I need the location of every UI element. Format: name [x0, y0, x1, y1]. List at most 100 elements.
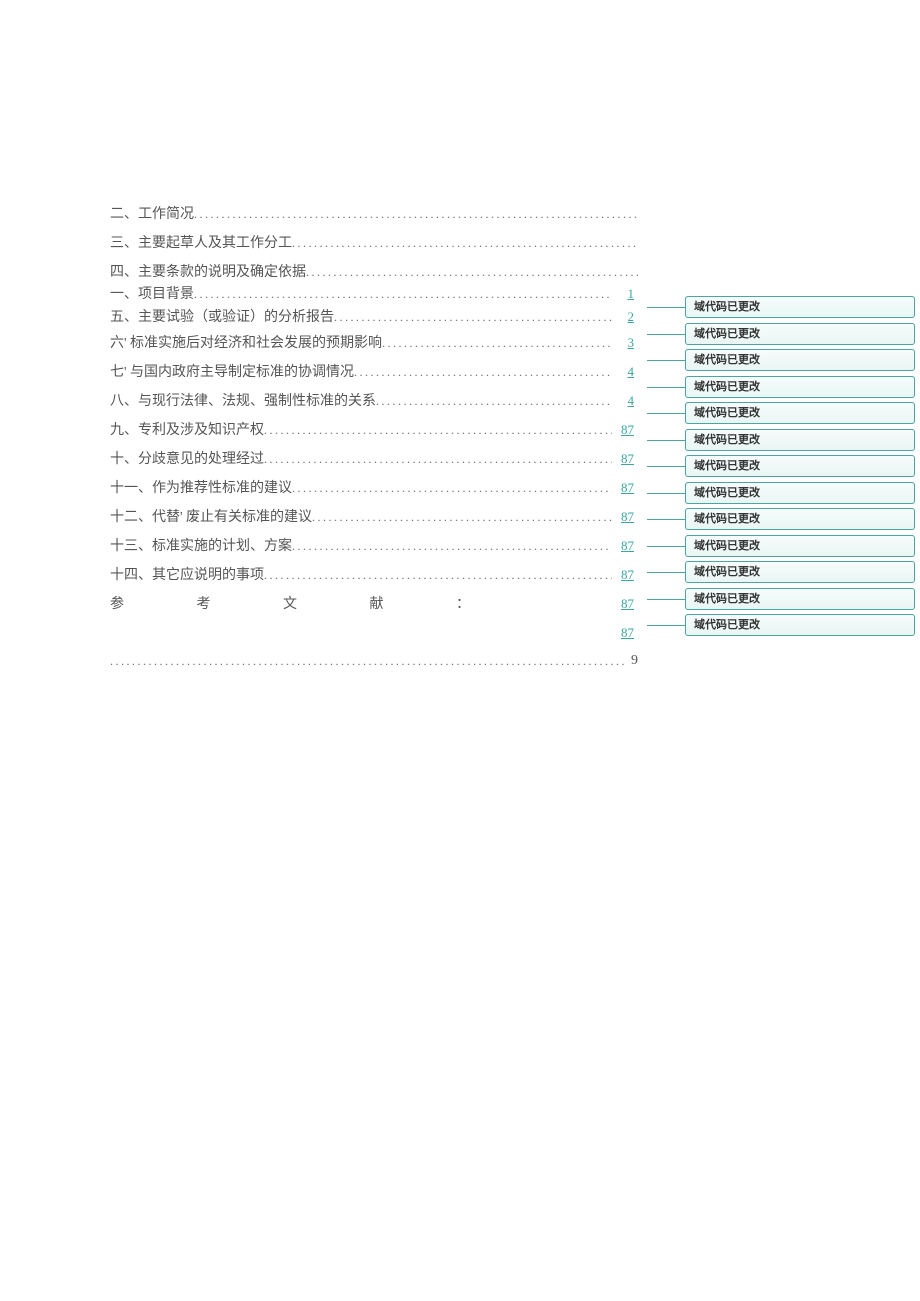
toc-leader-dots: [194, 200, 638, 228]
toc-page-link[interactable]: 1: [612, 283, 638, 305]
connector-line: [647, 413, 685, 414]
connector-line: [647, 625, 685, 626]
tracked-change-tag[interactable]: 域代码已更改: [685, 535, 915, 557]
toc-page-link[interactable]: 87: [612, 561, 638, 589]
toc-page-link[interactable]: 87: [612, 503, 638, 531]
tracked-change-label: 域代码已更改: [685, 323, 915, 345]
toc-leader-dots: [334, 306, 612, 328]
toc-page-number: 9: [627, 647, 638, 675]
tracked-change-tag[interactable]: 域代码已更改: [685, 296, 915, 318]
toc-page-link[interactable]: 4: [612, 387, 638, 415]
tracked-change-label: 域代码已更改: [685, 376, 915, 398]
toc-leader-dots: [292, 474, 612, 502]
toc-label: 十一、作为推荐性标准的建议: [110, 475, 292, 503]
toc-entry: 八、与现行法律、法规、强制性标准的关系 4: [110, 387, 638, 416]
connector-line: [647, 387, 685, 388]
tracked-change-label: 域代码已更改: [685, 349, 915, 371]
tracked-changes-column: 域代码已更改域代码已更改域代码已更改域代码已更改域代码已更改域代码已更改域代码已…: [685, 296, 915, 641]
toc-extra-row: 87: [110, 619, 638, 647]
toc-label: 一、项目背景: [110, 284, 194, 306]
tracked-change-tag[interactable]: 域代码已更改: [685, 561, 915, 583]
toc-page-link[interactable]: 87: [612, 416, 638, 444]
tracked-change-tag[interactable]: 域代码已更改: [685, 323, 915, 345]
toc-page-link[interactable]: 3: [612, 329, 638, 357]
tracked-change-label: 域代码已更改: [685, 588, 915, 610]
connector-line: [647, 307, 685, 308]
toc-leader-dots: [312, 503, 612, 531]
toc-label: 二、工作简况: [110, 201, 194, 229]
tracked-change-label: 域代码已更改: [685, 508, 915, 530]
tracked-change-label: 域代码已更改: [685, 402, 915, 424]
ref-char: ：: [456, 591, 470, 619]
toc-leader-dots: [292, 229, 638, 257]
connector-line: [647, 519, 685, 520]
tracked-change-tag[interactable]: 域代码已更改: [685, 429, 915, 451]
toc-entry: 二、工作简况: [110, 200, 638, 229]
ref-char: 献: [370, 591, 384, 619]
toc-leader-dots: [194, 283, 612, 305]
tracked-change-label: 域代码已更改: [685, 455, 915, 477]
connector-line: [647, 546, 685, 547]
toc-entry: 十四、其它应说明的事项 87: [110, 561, 638, 590]
toc-page-link[interactable]: 87: [612, 619, 638, 647]
tracked-change-tag[interactable]: 域代码已更改: [685, 402, 915, 424]
toc-entry: 九、专利及涉及知识产权 87: [110, 416, 638, 445]
toc-entry: 十一、作为推荐性标准的建议 87: [110, 474, 638, 503]
toc-label: 九、专利及涉及知识产权: [110, 417, 264, 445]
tracked-change-label: 域代码已更改: [685, 614, 915, 636]
ref-char: 参: [110, 591, 124, 619]
toc-entry: 一、项目背景 1: [110, 283, 638, 306]
toc-container: 二、工作简况 三、主要起草人及其工作分工 四、主要条款的说明及确定依据 一、项目…: [110, 200, 638, 675]
toc-leader-dots: [264, 416, 612, 444]
toc-leader-dots: [264, 445, 612, 473]
tracked-change-tag[interactable]: 域代码已更改: [685, 614, 915, 636]
toc-references-row: 参 考 文 献 ： 87: [110, 590, 638, 619]
tracked-change-label: 域代码已更改: [685, 429, 915, 451]
toc-leader-dots: [376, 387, 612, 415]
connector-line: [647, 493, 685, 494]
toc-final-dots: 9: [110, 647, 638, 675]
tracked-change-tag[interactable]: 域代码已更改: [685, 349, 915, 371]
tracked-change-tag[interactable]: 域代码已更改: [685, 482, 915, 504]
toc-entry: 三、主要起草人及其工作分工: [110, 229, 638, 258]
ref-char: 文: [283, 591, 297, 619]
toc-entry: 十、分歧意见的处理经过 87: [110, 445, 638, 474]
connector-line: [647, 360, 685, 361]
tracked-change-tag[interactable]: 域代码已更改: [685, 508, 915, 530]
toc-entry: 十二、代替' 废止有关标准的建议 87: [110, 503, 638, 532]
toc-label: 十二、代替' 废止有关标准的建议: [110, 504, 312, 532]
toc-label: 六' 标准实施后对经济和社会发展的预期影响: [110, 330, 382, 358]
connector-line: [647, 466, 685, 467]
toc-entry: 七' 与国内政府主导制定标准的协调情况 4: [110, 358, 638, 387]
tracked-change-label: 域代码已更改: [685, 482, 915, 504]
toc-label: 七' 与国内政府主导制定标准的协调情况: [110, 359, 354, 387]
tracked-change-label: 域代码已更改: [685, 535, 915, 557]
toc-leader-dots: [306, 258, 638, 286]
ref-char: 考: [197, 591, 211, 619]
toc-entry: 十三、标准实施的计划、方案 87: [110, 532, 638, 561]
tracked-change-tag[interactable]: 域代码已更改: [685, 588, 915, 610]
toc-entry: 五、主要试验（或验证）的分析报告 2: [110, 306, 638, 329]
toc-page-link[interactable]: 87: [612, 532, 638, 560]
toc-label: 十、分歧意见的处理经过: [110, 446, 264, 474]
toc-label: 十四、其它应说明的事项: [110, 562, 264, 590]
toc-page-link[interactable]: 87: [612, 474, 638, 502]
connector-line: [647, 440, 685, 441]
connector-line: [647, 334, 685, 335]
toc-page-link[interactable]: 4: [612, 358, 638, 386]
toc-entry: 六' 标准实施后对经济和社会发展的预期影响 3: [110, 329, 638, 358]
toc-label: 八、与现行法律、法规、强制性标准的关系: [110, 388, 376, 416]
tracked-change-tag[interactable]: 域代码已更改: [685, 455, 915, 477]
toc-leader-dots: [292, 532, 612, 560]
tracked-change-tag[interactable]: 域代码已更改: [685, 376, 915, 398]
toc-label: 十三、标准实施的计划、方案: [110, 533, 292, 561]
toc-page-link[interactable]: 87: [612, 590, 638, 618]
connector-line: [647, 599, 685, 600]
toc-leader-dots: [264, 561, 612, 589]
connector-line: [647, 572, 685, 573]
tracked-change-label: 域代码已更改: [685, 561, 915, 583]
toc-leader-dots: [354, 358, 612, 386]
toc-label: 五、主要试验（或验证）的分析报告: [110, 307, 334, 329]
toc-page-link[interactable]: 87: [612, 445, 638, 473]
toc-page-link[interactable]: 2: [612, 306, 638, 328]
